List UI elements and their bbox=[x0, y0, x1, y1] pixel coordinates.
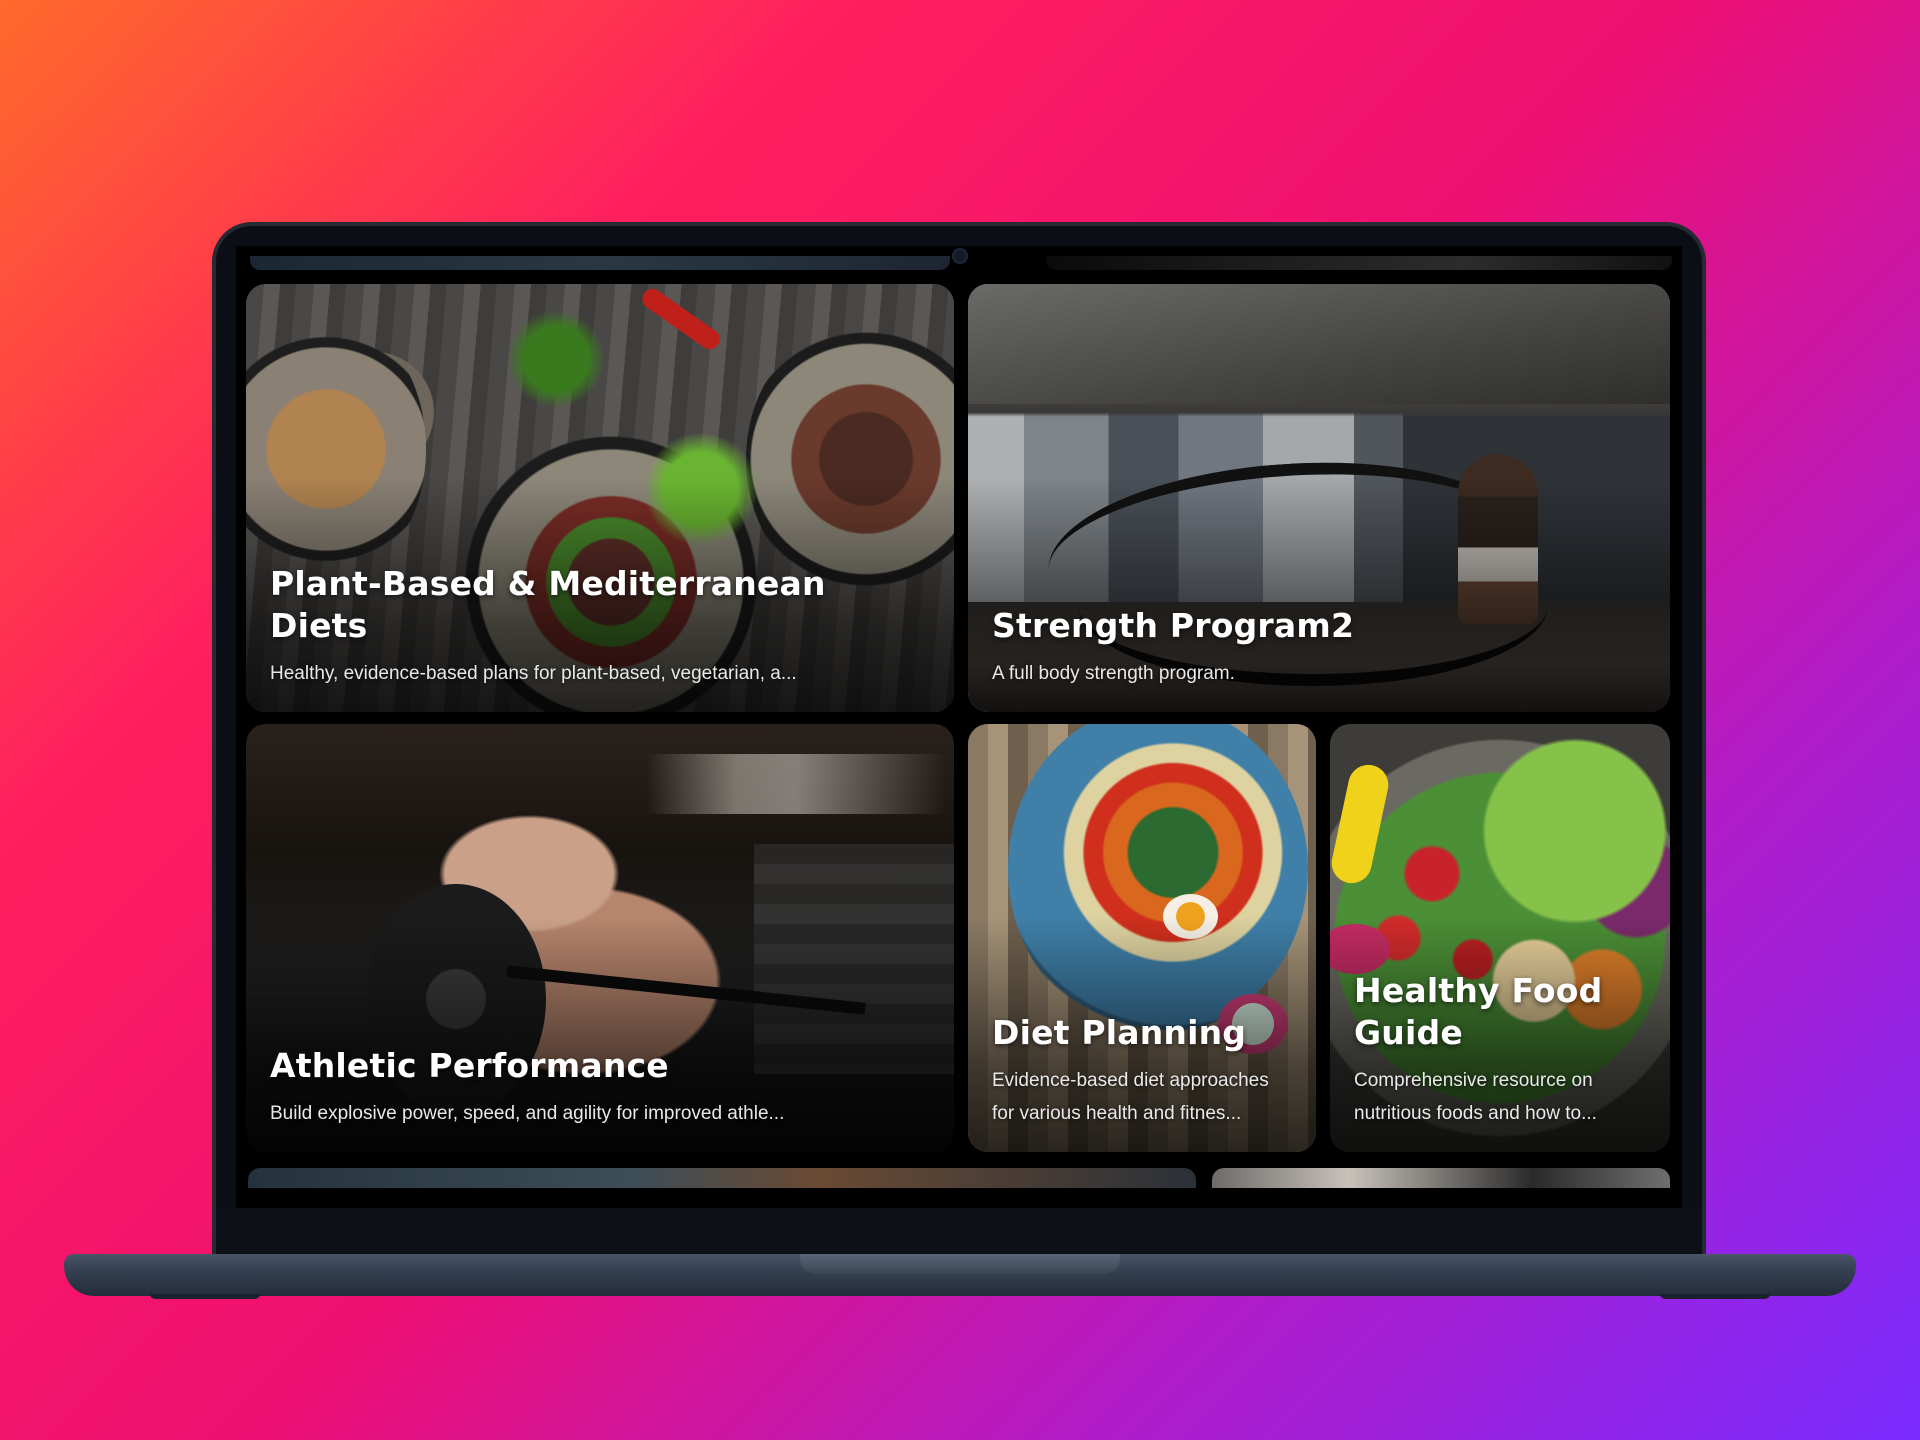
camera-icon bbox=[954, 250, 966, 262]
card-title: Plant-Based & Mediterranean Diets bbox=[270, 564, 826, 645]
program-card-healthy-food-guide[interactable]: Healthy Food Guide Comprehensive resourc… bbox=[1330, 724, 1670, 1152]
card-description: Comprehensive resource on nutritious foo… bbox=[1354, 1070, 1597, 1124]
card-title: Strength Program2 bbox=[992, 606, 1355, 645]
card-text: Healthy Food Guide Comprehensive resourc… bbox=[1354, 970, 1650, 1130]
card-text: Plant-Based & Mediterranean Diets Health… bbox=[270, 563, 934, 690]
partial-card-top-right bbox=[1046, 256, 1672, 270]
laptop-foot-right bbox=[1660, 1294, 1770, 1299]
laptop-foot-left bbox=[150, 1294, 260, 1299]
card-title: Diet Planning bbox=[992, 1013, 1247, 1052]
laptop-chin bbox=[216, 1208, 1702, 1258]
card-text: Athletic Performance Build explosive pow… bbox=[270, 1045, 934, 1130]
card-text: Diet Planning Evidence-based diet approa… bbox=[992, 1012, 1296, 1130]
partial-card-bottom-right bbox=[1212, 1168, 1670, 1188]
card-description: A full body strength program. bbox=[992, 663, 1235, 684]
card-title: Athletic Performance bbox=[270, 1046, 669, 1085]
card-text: Strength Program2 A full body strength p… bbox=[992, 605, 1650, 690]
card-title: Healthy Food Guide bbox=[1354, 971, 1603, 1052]
card-description: Healthy, evidence-based plans for plant-… bbox=[270, 663, 797, 684]
card-description: Build explosive power, speed, and agilit… bbox=[270, 1103, 785, 1124]
laptop-hinge-notch bbox=[800, 1254, 1120, 1274]
laptop-screen: Plant-Based & Mediterranean Diets Health… bbox=[236, 246, 1682, 1208]
program-card-athletic-performance[interactable]: Athletic Performance Build explosive pow… bbox=[246, 724, 954, 1152]
partial-card-top-left bbox=[250, 256, 950, 270]
program-card-diet-planning[interactable]: Diet Planning Evidence-based diet approa… bbox=[968, 724, 1316, 1152]
partial-card-bottom-left bbox=[248, 1168, 1196, 1188]
program-card-strength[interactable]: Strength Program2 A full body strength p… bbox=[968, 284, 1670, 712]
card-description: Evidence-based diet approaches for vario… bbox=[992, 1070, 1269, 1124]
program-card-plant-based[interactable]: Plant-Based & Mediterranean Diets Health… bbox=[246, 284, 954, 712]
